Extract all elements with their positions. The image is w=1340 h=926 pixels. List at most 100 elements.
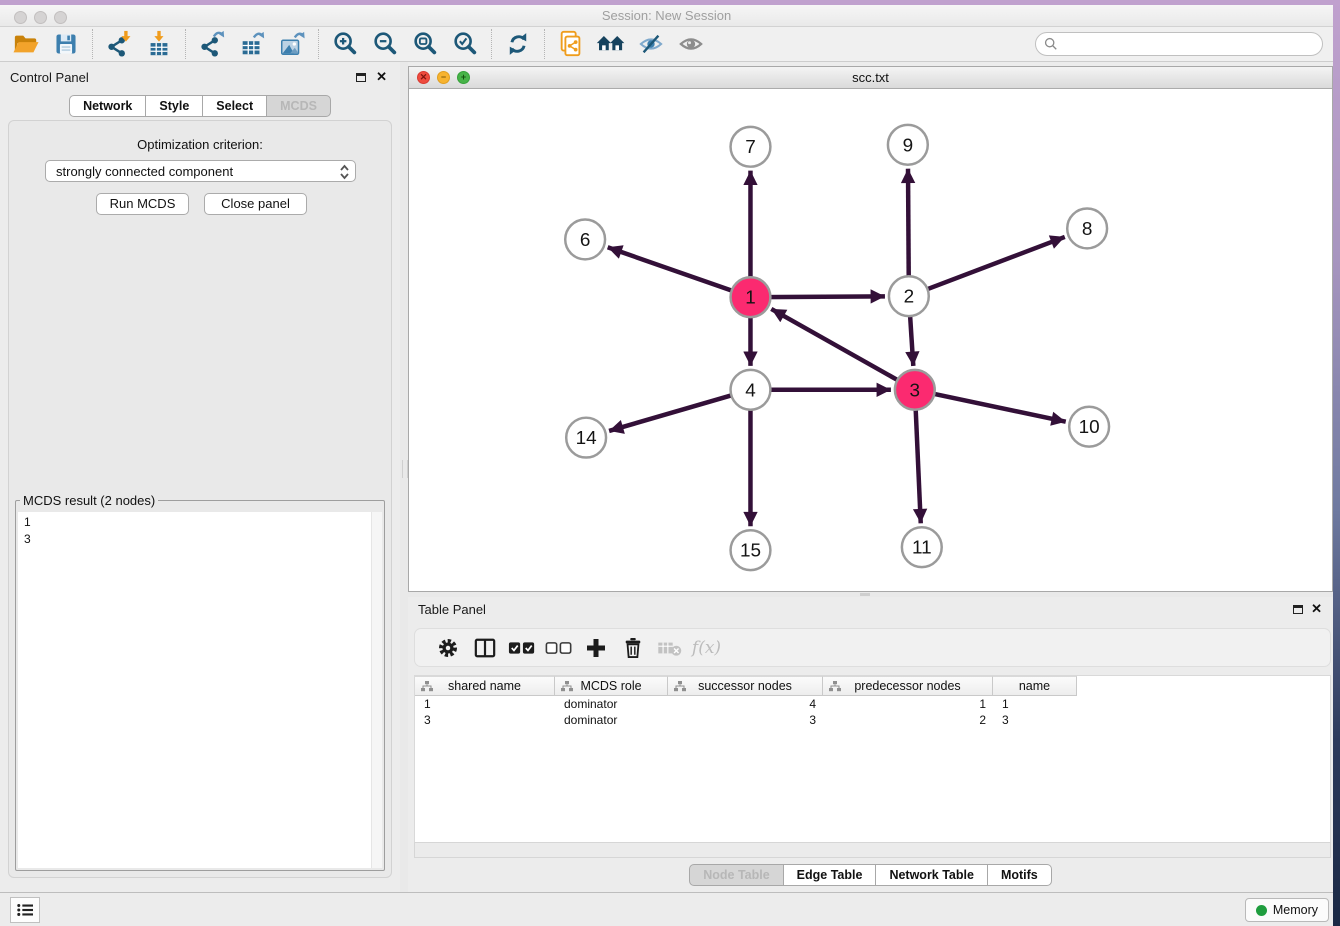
column-header-shared-name[interactable]: shared name <box>415 676 555 696</box>
mcds-result-text: 1 3 <box>24 514 31 548</box>
deselect-all-checkboxes-icon[interactable] <box>540 633 577 663</box>
table-settings-gear-icon[interactable] <box>429 633 466 663</box>
optimization-criterion-label: Optimization criterion: <box>9 137 391 152</box>
result-scrollbar[interactable] <box>371 512 382 868</box>
graph-edge-3-10[interactable] <box>915 390 1066 422</box>
table-cell[interactable]: dominator <box>555 712 668 728</box>
toolbar-separator <box>491 29 492 59</box>
search-icon <box>1044 37 1058 51</box>
toolbar-separator <box>318 29 319 59</box>
table-tab-network-table[interactable]: Network Table <box>875 864 988 886</box>
table-tab-motifs[interactable]: Motifs <box>987 864 1052 886</box>
network-canvas[interactable]: 1234678910111415 <box>409 89 1332 591</box>
zoom-selected-icon[interactable] <box>445 28 485 60</box>
table-row[interactable]: 3dominator323 <box>415 712 1330 728</box>
mcds-result-area[interactable]: 1 3 <box>18 512 382 868</box>
zoom-out-icon[interactable] <box>365 28 405 60</box>
graph-edge-4-14[interactable] <box>609 390 750 431</box>
zoom-in-icon[interactable] <box>325 28 365 60</box>
node-table: shared nameMCDS rolesuccessor nodesprede… <box>414 675 1331 842</box>
search-input[interactable] <box>1058 37 1314 52</box>
import-table-icon[interactable] <box>139 28 179 60</box>
save-icon[interactable] <box>46 28 86 60</box>
table-panel-header: Table Panel ✕ <box>408 597 1333 625</box>
table-horizontal-scrollbar[interactable] <box>414 842 1331 858</box>
table-cell[interactable]: 3 <box>415 712 555 728</box>
table-cell[interactable]: 1 <box>823 696 993 712</box>
table-cell[interactable]: 3 <box>993 712 1077 728</box>
export-network-icon[interactable] <box>192 28 232 60</box>
column-header-MCDS-role[interactable]: MCDS role <box>555 676 668 696</box>
memory-button[interactable]: Memory <box>1245 898 1329 922</box>
delete-trash-icon[interactable] <box>614 633 651 663</box>
memory-status-dot <box>1256 905 1267 916</box>
graph-node-label-2: 2 <box>904 287 915 308</box>
control-panel-title: Control Panel <box>10 70 89 85</box>
tab-style[interactable]: Style <box>145 95 203 117</box>
export-image-icon[interactable] <box>272 28 312 60</box>
table-row[interactable]: 1dominator411 <box>415 696 1330 712</box>
graph-edge-2-8[interactable] <box>909 237 1065 296</box>
net-minimize-icon[interactable]: − <box>437 71 450 84</box>
column-header-successor-nodes[interactable]: successor nodes <box>668 676 823 696</box>
mcds-tab-content: Optimization criterion: strongly connect… <box>8 120 392 878</box>
traffic-close-icon[interactable] <box>14 11 27 24</box>
graph-node-label-1: 1 <box>745 288 756 309</box>
tab-network[interactable]: Network <box>69 95 146 117</box>
net-maximize-icon[interactable]: + <box>457 71 470 84</box>
graph-edge-3-1[interactable] <box>771 309 915 390</box>
table-cell[interactable]: 3 <box>668 712 823 728</box>
table-cell[interactable]: 1 <box>415 696 555 712</box>
open-folder-icon[interactable] <box>6 28 46 60</box>
function-builder-icon-disabled: f(x) <box>688 633 725 663</box>
graph-node-label-10: 10 <box>1079 417 1100 438</box>
traffic-zoom-icon[interactable] <box>54 11 67 24</box>
graph-node-label-9: 9 <box>903 135 914 156</box>
float-table-panel-icon[interactable] <box>1293 605 1303 614</box>
hide-selected-eye-icon[interactable] <box>631 28 671 60</box>
close-panel-button[interactable]: Close panel <box>204 193 307 215</box>
table-cell[interactable]: 4 <box>668 696 823 712</box>
table-cell[interactable]: 2 <box>823 712 993 728</box>
table-cell[interactable]: 1 <box>993 696 1077 712</box>
open-session-icon[interactable] <box>551 28 591 60</box>
table-tab-node-table[interactable]: Node Table <box>689 864 783 886</box>
search-box <box>1035 32 1323 56</box>
show-columns-icon[interactable] <box>466 633 503 663</box>
home-icon[interactable] <box>591 28 631 60</box>
mcds-result-title: MCDS result (2 nodes) <box>20 493 158 508</box>
control-panel: Control Panel ✕ NetworkStyleSelectMCDS O… <box>0 62 400 892</box>
float-panel-icon[interactable] <box>356 73 366 82</box>
import-network-icon[interactable] <box>99 28 139 60</box>
network-graph[interactable]: 1234678910111415 <box>409 89 1332 591</box>
table-panel-title: Table Panel <box>418 602 486 617</box>
show-all-eye-icon[interactable] <box>671 28 711 60</box>
tab-select[interactable]: Select <box>202 95 267 117</box>
run-mcds-button[interactable]: Run MCDS <box>96 193 189 215</box>
column-header-predecessor-nodes[interactable]: predecessor nodes <box>823 676 993 696</box>
vertical-splitter[interactable] <box>400 62 408 892</box>
refresh-icon[interactable] <box>498 28 538 60</box>
task-history-list-icon[interactable] <box>10 897 40 923</box>
zoom-fit-icon[interactable] <box>405 28 445 60</box>
main-area: Control Panel ✕ NetworkStyleSelectMCDS O… <box>0 62 1333 892</box>
close-table-panel-icon[interactable]: ✕ <box>1311 601 1322 617</box>
criterion-select[interactable]: strongly connected component <box>45 160 356 182</box>
graph-edge-1-6[interactable] <box>608 247 751 297</box>
graph-node-label-3: 3 <box>910 380 921 401</box>
table-tab-edge-table[interactable]: Edge Table <box>783 864 877 886</box>
net-close-icon[interactable]: ✕ <box>417 71 430 84</box>
export-table-icon[interactable] <box>232 28 272 60</box>
column-header-name[interactable]: name <box>993 676 1077 696</box>
network-window: ✕ − + scc.txt 1234678910111415 <box>408 66 1333 592</box>
tab-mcds[interactable]: MCDS <box>266 95 331 117</box>
traffic-minimize-icon[interactable] <box>34 11 47 24</box>
tree-icon <box>421 681 433 692</box>
delete-column-icon-disabled <box>651 633 688 663</box>
close-panel-icon[interactable]: ✕ <box>376 69 387 85</box>
toolbar-separator <box>185 29 186 59</box>
select-all-checkboxes-icon[interactable] <box>503 633 540 663</box>
add-row-plus-icon[interactable] <box>577 633 614 663</box>
table-header-row: shared nameMCDS rolesuccessor nodesprede… <box>415 676 1330 696</box>
table-cell[interactable]: dominator <box>555 696 668 712</box>
